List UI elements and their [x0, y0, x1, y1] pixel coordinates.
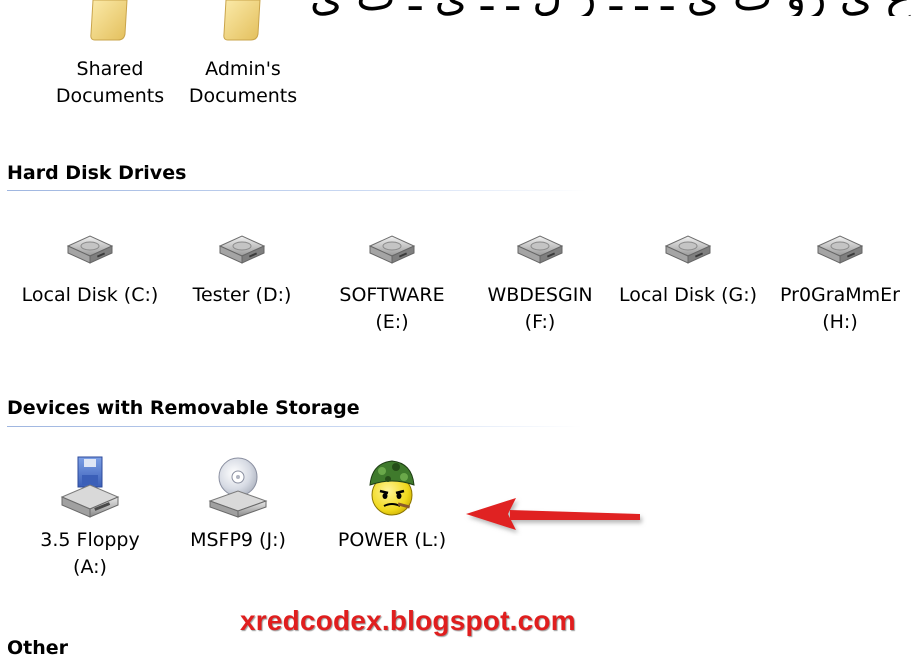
drive-label-line1: Tester (D:) — [192, 284, 292, 306]
folder-label-line1: Admin's — [205, 58, 281, 80]
folder-admins-documents[interactable]: Admin's Documents — [188, 0, 298, 110]
header-text: ع ي رو ت ي ـ ـ ـ ر ل ـ ـ ي ـ ت ي — [250, 0, 911, 16]
drive-label-line1: MSFP9 (J:) — [190, 529, 286, 551]
hard-drive-icon — [816, 235, 864, 264]
hard-drive-icon — [368, 235, 416, 264]
removable-storage-header: Devices with Removable Storage — [7, 397, 360, 419]
drive-hard-disk[interactable]: WBDESGIN (F:) — [470, 228, 610, 336]
drive-label-line1: SOFTWARE — [339, 284, 445, 306]
drive-label-line1: 3.5 Floppy — [40, 529, 140, 551]
drive-cd-j[interactable]: MSFP9 (J:) — [168, 455, 308, 554]
drive-label-line1: Local Disk (C:) — [21, 284, 159, 306]
hard-drive-icon — [664, 235, 712, 264]
hard-disk-drives-divider — [7, 190, 587, 191]
folder-icon — [223, 0, 261, 41]
floppy-drive-icon — [60, 456, 120, 518]
drive-hard-disk[interactable]: Local Disk (G:) — [618, 228, 758, 309]
drive-label-line2: (E:) — [375, 311, 409, 333]
drive-label-line1: WBDESGIN — [487, 284, 593, 306]
drive-floppy-a[interactable]: 3.5 Floppy (A:) — [20, 455, 160, 581]
drive-hard-disk[interactable]: Tester (D:) — [172, 228, 312, 309]
folder-icon — [90, 0, 128, 41]
hard-drive-icon — [218, 235, 266, 264]
drive-label-line2: (A:) — [73, 556, 107, 578]
drive-label-line1: Pr0GraMmEr — [780, 284, 900, 306]
drive-label-line2: (F:) — [524, 311, 556, 333]
soldier-smiley-icon — [369, 460, 415, 516]
drive-label-line1: POWER (L:) — [337, 529, 447, 551]
folder-label-line2: Documents — [55, 85, 165, 107]
hard-disk-drives-header: Hard Disk Drives — [7, 162, 187, 184]
removable-storage-divider — [7, 426, 582, 427]
red-arrow-pointer — [466, 498, 640, 530]
folder-label-line1: Shared — [76, 58, 144, 80]
drive-label-line2: (H:) — [822, 311, 858, 333]
blog-watermark: xredcodex.blogspot.com — [240, 605, 576, 636]
folder-shared-documents[interactable]: Shared Documents — [55, 0, 165, 110]
drive-label-line1: Local Disk (G:) — [618, 284, 758, 306]
drive-power-l[interactable]: POWER (L:) — [324, 455, 460, 554]
drive-hard-disk[interactable]: Local Disk (C:) — [20, 228, 160, 309]
hard-drive-icon — [66, 235, 114, 264]
cd-drive-icon — [208, 457, 268, 518]
drive-hard-disk[interactable]: SOFTWARE (E:) — [322, 228, 462, 336]
folder-label-line2: Documents — [188, 85, 298, 107]
hard-drive-icon — [516, 235, 564, 264]
drive-hard-disk[interactable]: Pr0GraMmEr (H:) — [770, 228, 910, 336]
